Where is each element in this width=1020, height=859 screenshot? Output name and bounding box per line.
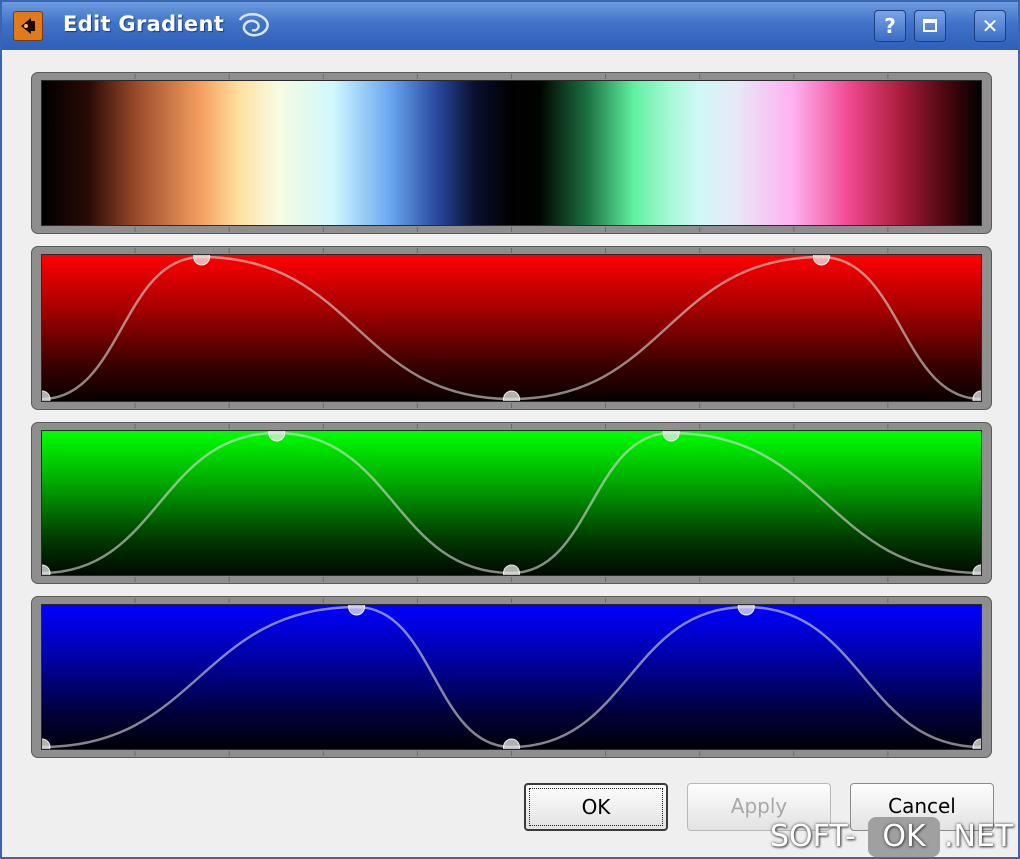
blue-curve[interactable] — [42, 605, 981, 749]
red-control-point[interactable] — [503, 390, 520, 402]
green-curve-line — [42, 431, 981, 575]
blue-curve-line — [42, 605, 981, 749]
red-control-point[interactable] — [41, 390, 51, 402]
blue-control-point[interactable] — [348, 604, 366, 616]
window-title: Edit Gradient — [63, 12, 225, 36]
watermark: SOFT- OK .NET — [770, 817, 1020, 859]
edit-gradient-dialog: Edit Gradient ? ✕ OK Apply Cancel SOFT- … — [0, 0, 1020, 859]
watermark-middle: OK — [868, 817, 940, 857]
red-control-point[interactable] — [193, 254, 211, 266]
maximize-icon — [923, 19, 937, 32]
blue-control-point[interactable] — [41, 738, 51, 750]
cancel-button-label: Cancel — [888, 794, 956, 818]
green-control-point[interactable] — [41, 564, 51, 576]
title-bar[interactable]: Edit Gradient ? ✕ — [2, 2, 1018, 50]
blue-control-point[interactable] — [737, 604, 755, 616]
help-button[interactable]: ? — [874, 10, 906, 42]
blue-control-point[interactable] — [503, 738, 520, 750]
apply-button-label: Apply — [730, 794, 788, 818]
red-channel-editor[interactable] — [31, 246, 992, 410]
watermark-left: SOFT- — [770, 819, 856, 854]
blue-channel-curve-area[interactable] — [41, 604, 982, 750]
blue-channel-editor[interactable] — [31, 596, 992, 758]
close-button[interactable]: ✕ — [974, 10, 1006, 42]
red-curve-line — [42, 255, 981, 401]
app-logo-icon[interactable] — [13, 11, 43, 41]
swirl-icon — [238, 13, 269, 37]
green-channel-editor[interactable] — [31, 422, 992, 584]
red-channel-curve-area[interactable] — [41, 254, 982, 402]
green-control-point[interactable] — [268, 430, 286, 442]
blue-control-point[interactable] — [972, 738, 982, 750]
green-channel-curve-area[interactable] — [41, 430, 982, 576]
green-control-point[interactable] — [662, 430, 680, 442]
focus-ring — [529, 788, 663, 826]
red-curve[interactable] — [42, 255, 981, 401]
red-control-point[interactable] — [972, 390, 982, 402]
green-control-point[interactable] — [972, 564, 982, 576]
green-curve[interactable] — [42, 431, 981, 575]
watermark-right: .NET — [944, 819, 1014, 854]
gradient-preview-strip — [41, 80, 982, 226]
red-control-point[interactable] — [812, 254, 830, 266]
maximize-button[interactable] — [914, 10, 946, 42]
gradient-preview-panel — [31, 72, 992, 234]
green-control-point[interactable] — [503, 564, 520, 576]
ok-button[interactable]: OK — [524, 783, 668, 831]
